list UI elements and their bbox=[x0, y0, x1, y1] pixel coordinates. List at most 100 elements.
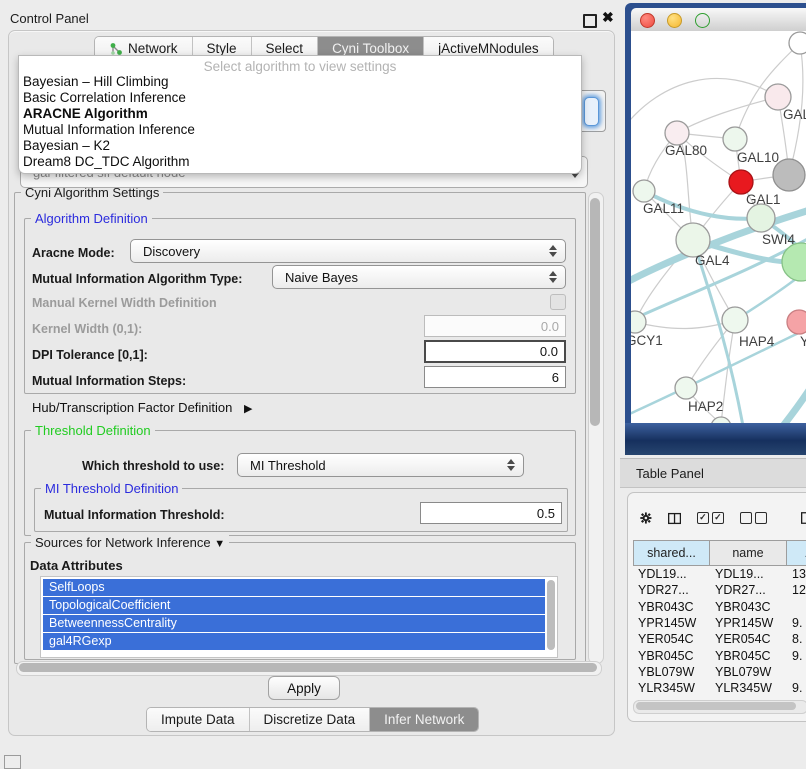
hub-factor-expander[interactable]: Hub/Transcription Factor Definition ▶ bbox=[32, 400, 252, 415]
table-cell: YBL079W bbox=[633, 665, 710, 679]
network-node[interactable] bbox=[722, 307, 748, 333]
table-cell: 12 bbox=[787, 583, 806, 597]
network-node-label: GAL10 bbox=[737, 150, 779, 165]
table-cell: 9. bbox=[787, 681, 806, 695]
table-row[interactable]: YER054CYER054C8. bbox=[633, 631, 806, 647]
network-graph: GALGAL80GAL10GAL1GAL11SWI4GAL4GCY1HAP4YH… bbox=[631, 31, 806, 423]
network-node-label: HAP2 bbox=[688, 399, 723, 414]
close-window-icon[interactable] bbox=[640, 13, 655, 28]
table-row[interactable]: YDL19...YDL19...13 bbox=[633, 566, 806, 582]
mi-type-combo[interactable]: Naive Bayes bbox=[272, 265, 566, 289]
attribute-item[interactable]: BetweennessCentrality bbox=[43, 615, 545, 632]
minimized-panel-button[interactable] bbox=[4, 755, 21, 769]
algorithm-dropdown-list: Bayesian – Hill ClimbingBasic Correlatio… bbox=[19, 74, 581, 170]
tab-infer-network[interactable]: Infer Network bbox=[370, 708, 478, 731]
table-cell: YPR145W bbox=[633, 616, 710, 630]
table-horizontal-scrollbar[interactable] bbox=[633, 700, 806, 714]
zoom-window-icon[interactable] bbox=[695, 13, 710, 28]
which-threshold-label: Which threshold to use: bbox=[82, 459, 224, 473]
algorithm-option[interactable]: Mutual Information Inference bbox=[19, 122, 581, 138]
split-columns-icon[interactable] bbox=[668, 510, 681, 527]
combo-arrows-icon bbox=[548, 245, 557, 257]
mi-threshold-title: MI Threshold Definition bbox=[41, 481, 182, 496]
apply-button[interactable]: Apply bbox=[268, 676, 340, 700]
algorithm-option[interactable]: Bayesian – Hill Climbing bbox=[19, 74, 581, 90]
network-edge[interactable] bbox=[677, 97, 778, 133]
table-cell: 9. bbox=[787, 616, 806, 630]
sources-title[interactable]: Sources for Network Inference ▼ bbox=[31, 535, 229, 550]
network-node-label: GAL bbox=[783, 107, 806, 122]
gear-icon[interactable] bbox=[640, 509, 652, 527]
network-window-titlebar[interactable] bbox=[631, 8, 806, 32]
aracne-mode-combo[interactable]: Discovery bbox=[130, 239, 566, 263]
network-node[interactable] bbox=[723, 127, 747, 151]
deselect-all-checks-icon[interactable] bbox=[740, 512, 767, 524]
network-node[interactable] bbox=[729, 170, 753, 194]
network-node[interactable] bbox=[665, 121, 689, 145]
kernel-width-field[interactable]: 0.0 bbox=[424, 315, 566, 337]
mi-steps-field[interactable]: 6 bbox=[424, 366, 566, 388]
table-row[interactable]: YDR27...YDR27...12 bbox=[633, 582, 806, 598]
network-node[interactable] bbox=[789, 32, 806, 54]
table-cell: YPR145W bbox=[710, 616, 787, 630]
network-node[interactable] bbox=[747, 204, 775, 232]
table-row[interactable]: YBR043CYBR043C bbox=[633, 599, 806, 615]
table-row[interactable]: YBL079WYBL079W bbox=[633, 664, 806, 680]
threshold-definition-title: Threshold Definition bbox=[31, 423, 155, 438]
tab-network-label: Network bbox=[128, 41, 178, 56]
manual-kernel-label: Manual Kernel Width Definition bbox=[32, 296, 217, 310]
attribute-item[interactable]: gal4RGexp bbox=[43, 633, 545, 650]
table-cell: YBR043C bbox=[633, 600, 710, 614]
settings-horizontal-scrollbar[interactable] bbox=[16, 661, 602, 676]
mi-steps-label: Mutual Information Steps: bbox=[32, 374, 186, 388]
mi-threshold-label: Mutual Information Threshold: bbox=[44, 508, 225, 522]
network-view[interactable]: GALGAL80GAL10GAL1GAL11SWI4GAL4GCY1HAP4YH… bbox=[631, 31, 806, 423]
mi-threshold-field[interactable]: 0.5 bbox=[420, 502, 562, 524]
tab-discretize-data[interactable]: Discretize Data bbox=[250, 708, 371, 731]
select-all-checks-icon[interactable]: ✓✓ bbox=[697, 512, 724, 524]
float-panel-icon[interactable] bbox=[583, 14, 597, 28]
close-panel-icon[interactable]: ✖ bbox=[602, 9, 614, 26]
column-header-third[interactable]: A bbox=[787, 540, 806, 566]
bottom-tabbar: Impute Data Discretize Data Infer Networ… bbox=[146, 707, 479, 732]
minimize-window-icon[interactable] bbox=[667, 13, 682, 28]
table-cell: YBR045C bbox=[633, 649, 710, 663]
list-scrollbar[interactable] bbox=[547, 580, 555, 650]
tab-impute-data[interactable]: Impute Data bbox=[147, 708, 250, 731]
network-node[interactable] bbox=[787, 310, 806, 334]
settings-vertical-scrollbar[interactable] bbox=[588, 192, 604, 664]
network-node-label: SWI4 bbox=[762, 232, 795, 247]
table-cell: 13 bbox=[787, 567, 806, 581]
algorithm-option[interactable]: ARACNE Algorithm bbox=[19, 106, 581, 122]
which-threshold-combo[interactable]: MI Threshold bbox=[237, 453, 524, 477]
algorithm-option[interactable]: Dream8 DC_TDC Algorithm bbox=[19, 154, 581, 170]
table-row[interactable]: YBR045CYBR045C9. bbox=[633, 647, 806, 663]
algorithm-option[interactable]: Basic Correlation Inference bbox=[19, 90, 581, 106]
manual-kernel-checkbox[interactable] bbox=[550, 294, 566, 310]
data-attributes-label: Data Attributes bbox=[30, 558, 123, 573]
data-attributes-list[interactable]: SelfLoopsTopologicalCoefficientBetweenne… bbox=[40, 576, 558, 658]
column-header-shared[interactable]: shared... bbox=[633, 540, 710, 566]
attribute-item[interactable]: SelfLoops bbox=[43, 579, 545, 596]
network-node-label: GAL4 bbox=[695, 253, 730, 268]
network-node[interactable] bbox=[676, 223, 710, 257]
table-body: YDL19...YDL19...13YDR27...YDR27...12YBR0… bbox=[633, 566, 806, 704]
algorithm-option[interactable]: Bayesian – K2 bbox=[19, 138, 581, 154]
attribute-item[interactable]: TopologicalCoefficient bbox=[43, 597, 545, 614]
network-node[interactable] bbox=[675, 377, 697, 399]
network-node-label: HAP4 bbox=[739, 334, 775, 349]
dpi-tolerance-field[interactable]: 0.0 bbox=[424, 340, 566, 363]
table-row[interactable]: YPR145WYPR145W9. bbox=[633, 615, 806, 631]
column-header-name[interactable]: name bbox=[710, 540, 787, 566]
table-row[interactable]: YLR345WYLR345W9. bbox=[633, 680, 806, 696]
table-cell: YDR27... bbox=[710, 583, 787, 597]
document-icon[interactable] bbox=[801, 509, 806, 527]
table-cell: YDR27... bbox=[633, 583, 710, 597]
network-node-label: GCY1 bbox=[631, 333, 663, 348]
network-node[interactable] bbox=[773, 159, 805, 191]
network-node[interactable] bbox=[633, 180, 655, 202]
table-cell: YBL079W bbox=[710, 665, 787, 679]
network-node[interactable] bbox=[782, 243, 806, 281]
network-edge[interactable] bbox=[779, 381, 806, 423]
mi-type-label: Mutual Information Algorithm Type: bbox=[32, 272, 242, 286]
